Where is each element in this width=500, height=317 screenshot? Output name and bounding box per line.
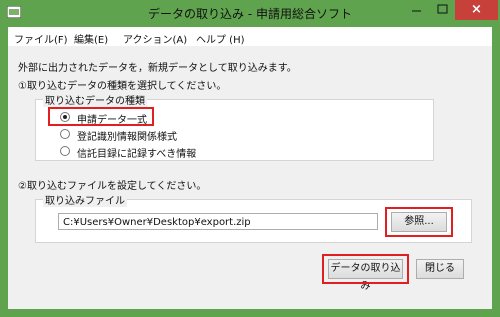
menu-bar: ファイル(F) 編集(E) アクション(A) ヘルプ (H) (8, 27, 492, 46)
menu-action[interactable]: アクション(A) (123, 31, 187, 46)
highlight-selected-option (48, 107, 154, 126)
close-icon: × (471, 2, 482, 17)
radio-label: 登記識別情報関係様式 (77, 132, 177, 143)
highlight-browse-button (385, 207, 453, 237)
radio-button (60, 146, 70, 156)
maximize-button[interactable] (430, 0, 455, 20)
maximize-icon (437, 4, 448, 14)
menu-edit[interactable]: 編集(E) (74, 31, 108, 46)
dialog-body: ファイル(F) 編集(E) アクション(A) ヘルプ (H) 外部に出力されたデ… (8, 27, 492, 309)
close-button[interactable]: 閉じる (416, 259, 464, 279)
minimize-icon (412, 10, 421, 12)
file-path-input[interactable]: C:¥Users¥Owner¥Desktop¥export.zip (58, 213, 378, 230)
menu-help[interactable]: ヘルプ (H) (196, 31, 245, 46)
file-group-title: 取り込みファイル (43, 192, 127, 207)
menu-file[interactable]: ファイル(F) (14, 31, 68, 46)
step2-instruction: ②取り込むファイルを設定してください。 (18, 181, 207, 192)
radio-button (60, 129, 70, 139)
close-window-button[interactable]: × (455, 0, 498, 20)
step1-instruction: ①取り込むデータの種類を選択してください。 (18, 81, 227, 92)
title-bar: データの取り込み - 申請用総合ソフト × (0, 0, 500, 27)
data-type-group-title: 取り込むデータの種類 (43, 92, 147, 107)
radio-label: 信託目録に記録すべき情報 (77, 149, 197, 160)
minimize-button[interactable] (403, 0, 430, 20)
app-window: データの取り込み - 申請用総合ソフト × ファイル(F) 編集(E) アクショ… (0, 0, 500, 317)
highlight-import-button (322, 254, 409, 284)
intro-text: 外部に出力されたデータを，新規データとして取り込みます。 (18, 63, 297, 74)
